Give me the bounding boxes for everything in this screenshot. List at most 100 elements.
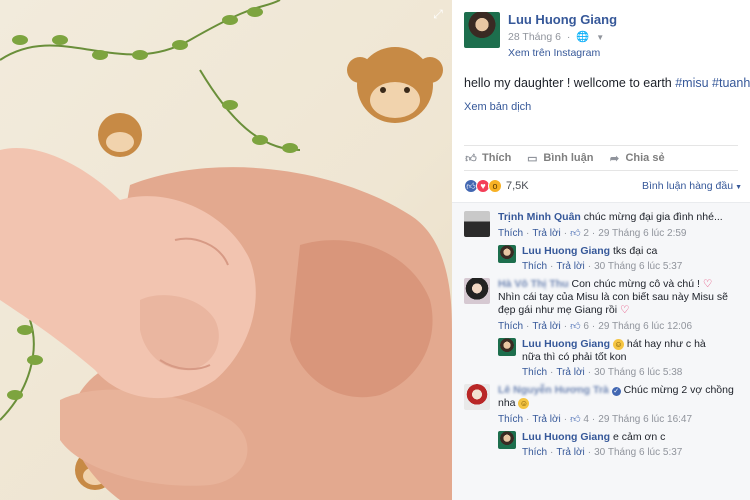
separator-dot: ·	[563, 321, 568, 332]
comment-author[interactable]: Luu Huong Giang	[522, 338, 610, 350]
comment: Trịnh Minh Quân chúc mừng đại gia đình n…	[464, 211, 738, 239]
chevron-down-icon[interactable]: ▼	[596, 33, 604, 42]
separator-dot: ·	[550, 447, 554, 458]
comment-reply: Luu Huong Giang ☺ hát hay như c hà nữa t…	[498, 338, 738, 378]
comment-list: Trịnh Minh Quân chúc mừng đại gia đình n…	[452, 202, 750, 500]
separator-dot: ·	[526, 321, 530, 332]
comment-author[interactable]: Hà Vô Thị Thu	[498, 278, 569, 290]
comment-author[interactable]: Trịnh Minh Quân	[498, 211, 581, 223]
separator-dot: ·	[550, 367, 554, 378]
comment-sort-dropdown[interactable]: Bình luận hàng đầu ▼	[642, 180, 742, 192]
comment-time[interactable]: 30 Tháng 6 lúc 5:37	[594, 447, 682, 458]
comment-line: Lê Nguyễn Hương Trà ✓ Chúc mừng 2 vợ chồ…	[498, 384, 738, 397]
hashtag-tuanh[interactable]: #tuanh	[712, 76, 750, 90]
comment-text: Nhìn cái tay của Misu là con biết sau nà…	[498, 291, 728, 316]
author-meta: Luu Huong Giang 28 Tháng 6 · 🌐 ▼ Xem trê…	[508, 12, 617, 59]
comment-reply: Luu Huong Giang e cảm ơn c Thích · Trả lời…	[498, 431, 738, 458]
comment-like-link[interactable]: Thích	[498, 321, 523, 332]
comment-reply-link[interactable]: Trả lời	[532, 321, 560, 332]
post-viewer: ⤢ Luu Huong Giang 28 Tháng 6 · 🌐 ▼ Xem t…	[0, 0, 750, 500]
comment-body: Luu Huong Giang ☺ hát hay như c hà nữa t…	[522, 338, 738, 378]
comment-meta: Thích · Trả lời · 30 Tháng 6 lúc 5:37	[522, 447, 738, 458]
expand-icon[interactable]: ⤢	[430, 6, 446, 22]
comment-like-link[interactable]: Thích	[498, 414, 523, 425]
avatar[interactable]	[464, 12, 500, 48]
reactions-bar: 👍︎ ♥ o 7,5K Bình luận hàng đầu ▼	[464, 177, 742, 195]
comment-like-count[interactable]: 2	[583, 228, 589, 239]
avatar[interactable]	[498, 338, 516, 356]
heart-icon: ♡	[702, 278, 713, 290]
post-actions: 👍︎ Thích ▭ Bình luận ➦ Chia sẻ	[464, 145, 738, 171]
comment-body: Hà Vô Thị Thu Con chúc mừng cô và chú ! …	[498, 278, 738, 332]
avatar[interactable]	[498, 245, 516, 263]
comment-text: nha	[498, 397, 516, 409]
comment-sort-label: Bình luận hàng đầu	[641, 180, 734, 192]
instagram-source-link[interactable]: Xem trên Instagram	[508, 47, 617, 59]
post-side-panel: Luu Huong Giang 28 Tháng 6 · 🌐 ▼ Xem trê…	[452, 0, 750, 500]
comment-like-link[interactable]: Thích	[522, 367, 547, 378]
comment-like-count[interactable]: 4	[583, 414, 589, 425]
baby-hand-photo	[0, 0, 452, 500]
comment-meta: Thích · Trả lời · 30 Tháng 6 lúc 5:37	[522, 261, 738, 272]
share-icon: ➦	[609, 152, 620, 165]
separator-dot: ·	[563, 228, 568, 239]
comment-text: chúc mừng đại gia đình nhé...	[583, 211, 723, 223]
share-button[interactable]: ➦ Chia sẻ	[607, 152, 665, 165]
comment-text: e cảm ơn c	[613, 431, 666, 443]
smile-emoji-icon: ☺	[518, 398, 530, 409]
like-button[interactable]: 👍︎ Thích	[464, 152, 511, 165]
translate-link[interactable]: Xem bản dịch	[452, 91, 750, 113]
smile-emoji-icon: ☺	[613, 339, 624, 350]
hashtag-misu[interactable]: #misu	[675, 76, 708, 90]
comment-like-link[interactable]: Thích	[522, 447, 547, 458]
post-photo[interactable]: ⤢	[0, 0, 452, 500]
verified-badge-icon: ✓	[611, 387, 621, 396]
comment-line: Luu Huong Giang e cảm ơn c	[522, 431, 738, 444]
post-header: Luu Huong Giang 28 Tháng 6 · 🌐 ▼ Xem trê…	[452, 0, 750, 59]
comment-time[interactable]: 29 Tháng 6 lúc 2:59	[598, 228, 686, 239]
comment-time[interactable]: 29 Tháng 6 lúc 16:47	[598, 414, 692, 425]
comment-text: hát hay như c hà	[626, 338, 706, 350]
wow-reaction-icon[interactable]: o	[488, 179, 502, 193]
thumbs-up-icon: 👍︎	[465, 152, 477, 165]
comment-like-count[interactable]: 6	[583, 321, 589, 332]
heart-icon: ♡	[620, 304, 630, 316]
comment-meta: Thích · Trả lời · 👍︎ 2 · 29 Tháng 6 lúc 2:59	[498, 227, 738, 239]
comment-reply-link[interactable]: Trả lời	[556, 367, 584, 378]
separator-dot: ·	[591, 321, 596, 332]
avatar[interactable]	[498, 431, 516, 449]
comment-like-link[interactable]: Thích	[498, 228, 523, 239]
avatar[interactable]	[464, 278, 490, 304]
comment-text: Chúc mừng 2 vợ chồng	[623, 384, 734, 396]
comment-author[interactable]: Lê Nguyễn Hương Trà	[498, 384, 609, 396]
comment-author[interactable]: Luu Huong Giang	[522, 431, 610, 443]
comment: Hà Vô Thị Thu Con chúc mừng cô và chú ! …	[464, 278, 738, 332]
comment-reply-link[interactable]: Trả lời	[556, 447, 584, 458]
comment-like-link[interactable]: Thích	[522, 261, 547, 272]
post-date-text[interactable]: 28 Tháng 6	[508, 31, 561, 43]
post-text: hello my daughter ! wellcome to earth #m…	[452, 59, 750, 91]
comment-icon: ▭	[527, 152, 538, 165]
comment-button[interactable]: ▭ Bình luận	[525, 152, 593, 165]
comment-line: nữa thì có phải tốt kon	[522, 351, 738, 364]
globe-icon: 🌐	[576, 31, 590, 43]
comment-body: Trịnh Minh Quân chúc mừng đại gia đình n…	[498, 211, 738, 239]
comment-reply-link[interactable]: Trả lời	[532, 228, 560, 239]
reaction-count[interactable]: 7,5K	[506, 180, 529, 192]
comment-meta: Thích · Trả lời · 👍︎ 4 · 29 Tháng 6 lúc 16:47	[498, 413, 738, 425]
comment-reply-link[interactable]: Trả lời	[532, 414, 560, 425]
comment-time[interactable]: 30 Tháng 6 lúc 5:37	[594, 261, 682, 272]
avatar[interactable]	[464, 211, 490, 237]
comment-meta: Thích · Trả lời · 30 Tháng 6 lúc 5:38	[522, 367, 738, 378]
author-name[interactable]: Luu Huong Giang	[508, 12, 617, 27]
separator-dot: ·	[563, 414, 568, 425]
comment-time[interactable]: 30 Tháng 6 lúc 5:38	[594, 367, 682, 378]
comment-line: nha ☺	[498, 397, 738, 410]
avatar[interactable]	[464, 384, 490, 410]
comment-line: Nhìn cái tay của Misu là con biết sau nà…	[498, 291, 738, 317]
separator-dot: ·	[566, 31, 571, 43]
comment-author[interactable]: Luu Huong Giang	[522, 245, 610, 257]
comment-time[interactable]: 29 Tháng 6 lúc 12:06	[598, 321, 692, 332]
thumbs-up-icon: 👍︎	[570, 228, 581, 239]
comment-reply-link[interactable]: Trả lời	[556, 261, 584, 272]
